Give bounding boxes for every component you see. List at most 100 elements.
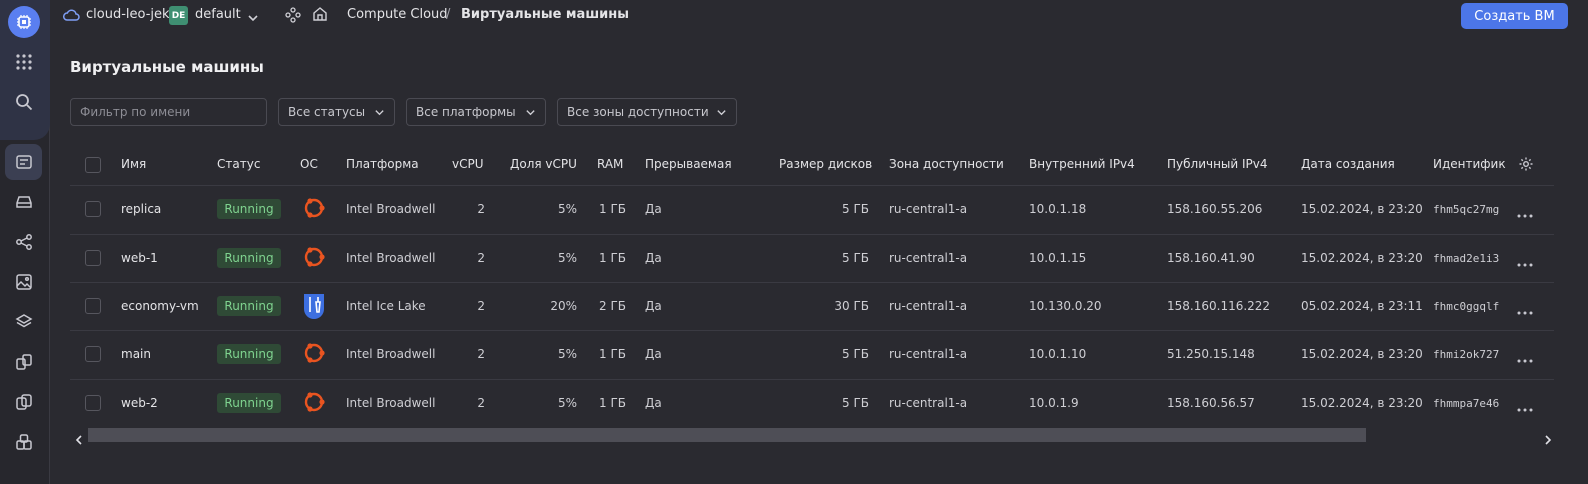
disk-size-cell: 30 ГБ	[834, 299, 869, 313]
ram-cell: 1 ГБ	[599, 202, 626, 216]
column-header-zone[interactable]: Зона доступности	[889, 157, 1004, 171]
vm-id-cell: fhmc0ggqlf	[1433, 300, 1500, 313]
compute-logo-icon[interactable]	[8, 6, 40, 38]
column-header-id[interactable]: Идентифик	[1433, 157, 1506, 171]
column-header-preemptible[interactable]: Прерываемая	[645, 157, 732, 171]
column-header-vcpu-share[interactable]: Доля vCPU	[510, 157, 577, 171]
select-all-checkbox[interactable]	[85, 157, 101, 173]
tools-icon	[302, 293, 326, 319]
image-icon[interactable]	[12, 270, 36, 294]
column-header-name[interactable]: Имя	[121, 157, 146, 171]
more-actions-icon[interactable]	[1517, 253, 1537, 267]
created-date-cell: 15.02.2024, в 23:20	[1301, 251, 1423, 265]
cloud-name[interactable]: cloud-leo-jek	[86, 7, 170, 22]
column-header-os[interactable]: ОС	[300, 157, 318, 171]
services-icon[interactable]	[285, 7, 301, 27]
snapshots-icon[interactable]	[12, 350, 36, 374]
top-bar: cloud-leo-jek DE default Compute Cloud /…	[50, 0, 1588, 32]
breadcrumb-separator: /	[446, 7, 451, 22]
preemptible-cell: Да	[645, 251, 662, 265]
chevron-down-icon	[716, 107, 727, 121]
platform-cell: Intel Broadwell	[346, 396, 436, 410]
vm-name-link[interactable]: economy-vm	[121, 299, 199, 313]
platform-filter-value: Все платформы	[416, 105, 516, 119]
instance-groups-icon[interactable]	[12, 390, 36, 414]
internal-ip-cell: 10.0.1.9	[1029, 396, 1079, 410]
create-vm-button[interactable]: Создать ВМ	[1461, 3, 1568, 29]
vm-name-link[interactable]: web-2	[121, 396, 158, 410]
row-checkbox[interactable]	[85, 395, 101, 411]
scroll-right-icon[interactable]	[1543, 430, 1553, 449]
vcpu-cell: 2	[477, 396, 485, 410]
status-filter-select[interactable]: Все статусы	[278, 98, 395, 126]
ram-cell: 1 ГБ	[599, 347, 626, 361]
created-date-cell: 05.02.2024, в 23:11	[1301, 299, 1423, 313]
network-icon[interactable]	[12, 230, 36, 254]
column-header-vcpu[interactable]: vCPU	[452, 157, 484, 171]
public-ip-cell: 158.160.55.206	[1167, 202, 1263, 216]
search-icon[interactable]	[12, 90, 36, 114]
row-checkbox[interactable]	[85, 250, 101, 266]
internal-ip-cell: 10.0.1.10	[1029, 347, 1087, 361]
name-filter-input[interactable]: Фильтр по имени	[70, 98, 267, 126]
created-date-cell: 15.02.2024, в 23:20	[1301, 347, 1423, 361]
row-divider	[70, 282, 1554, 283]
layers-icon[interactable]	[12, 310, 36, 334]
vm-name-link[interactable]: web-1	[121, 251, 158, 265]
zone-cell: ru-central1-a	[889, 396, 968, 410]
cloud-icon	[62, 7, 80, 26]
home-icon[interactable]	[312, 6, 328, 26]
zone-cell: ru-central1-a	[889, 299, 968, 313]
status-filter-value: Все статусы	[288, 105, 366, 119]
disk-size-cell: 5 ГБ	[842, 251, 869, 265]
more-actions-icon[interactable]	[1517, 349, 1537, 363]
status-badge: Running	[217, 393, 281, 413]
disk-size-cell: 5 ГБ	[842, 347, 869, 361]
zone-filter-value: Все зоны доступности	[567, 105, 709, 119]
disk-icon[interactable]	[12, 190, 36, 214]
vcpu-share-cell: 5%	[557, 347, 577, 361]
gear-icon[interactable]	[1518, 156, 1534, 176]
horizontal-scrollbar[interactable]	[88, 428, 1366, 442]
internal-ip-cell: 10.0.1.18	[1029, 202, 1087, 216]
column-header-status[interactable]: Статус	[217, 157, 260, 171]
scroll-left-icon[interactable]	[74, 430, 84, 449]
vcpu-cell: 2	[477, 202, 485, 216]
status-badge: Running	[217, 199, 281, 219]
vm-id-cell: fhmad2e1i3	[1433, 252, 1500, 265]
page-title: Виртуальные машины	[70, 58, 264, 76]
vm-name-link[interactable]: main	[121, 347, 151, 361]
row-divider	[70, 379, 1554, 380]
internal-ip-cell: 10.130.0.20	[1029, 299, 1102, 313]
platform-filter-select[interactable]: Все платформы	[406, 98, 546, 126]
apps-grid-icon[interactable]	[12, 50, 36, 74]
created-date-cell: 15.02.2024, в 23:20	[1301, 396, 1423, 410]
vcpu-share-cell: 5%	[557, 202, 577, 216]
vm-id-cell: fhm5qc27mg	[1433, 203, 1500, 216]
column-header-public-ip[interactable]: Публичный IPv4	[1167, 157, 1268, 171]
row-divider	[70, 234, 1554, 235]
column-header-internal-ip[interactable]: Внутренний IPv4	[1029, 157, 1135, 171]
vm-name-link[interactable]: replica	[121, 202, 161, 216]
vm-list-icon[interactable]	[5, 144, 42, 180]
zone-filter-select[interactable]: Все зоны доступности	[557, 98, 737, 126]
folder-name[interactable]: default	[195, 7, 241, 22]
chevron-down-icon[interactable]	[247, 9, 259, 28]
row-checkbox[interactable]	[85, 298, 101, 314]
ram-cell: 2 ГБ	[599, 299, 626, 313]
column-header-created[interactable]: Дата создания	[1301, 157, 1395, 171]
ram-cell: 1 ГБ	[599, 251, 626, 265]
column-header-platform[interactable]: Платформа	[346, 157, 419, 171]
breadcrumb-service[interactable]: Compute Cloud	[347, 7, 448, 22]
row-checkbox[interactable]	[85, 346, 101, 362]
row-checkbox[interactable]	[85, 201, 101, 217]
more-actions-icon[interactable]	[1517, 398, 1537, 412]
column-header-disk-size[interactable]: Размер дисков	[779, 157, 872, 171]
more-actions-icon[interactable]	[1517, 301, 1537, 315]
column-header-ram[interactable]: RAM	[597, 157, 623, 171]
placement-groups-icon[interactable]	[12, 430, 36, 454]
public-ip-cell: 158.160.116.222	[1167, 299, 1271, 313]
platform-cell: Intel Broadwell	[346, 251, 436, 265]
ubuntu-icon	[302, 390, 326, 414]
more-actions-icon[interactable]	[1517, 204, 1537, 218]
